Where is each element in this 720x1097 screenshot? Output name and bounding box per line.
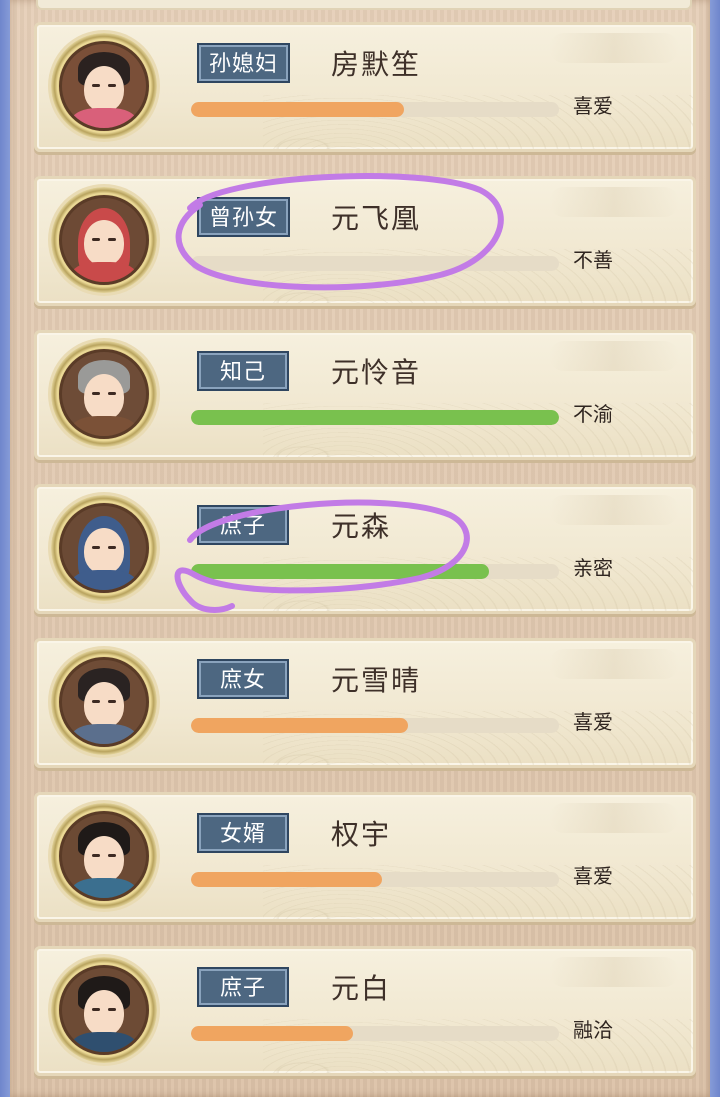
- avatar-frame[interactable]: [51, 495, 157, 601]
- affection-status: 亲密: [573, 556, 613, 580]
- relation-tag: 孙媳妇: [196, 43, 291, 83]
- affection-bar: [191, 410, 559, 425]
- affection-bar: [191, 718, 559, 733]
- member-name: 元森: [331, 510, 392, 543]
- affection-bar-fill: [191, 872, 383, 887]
- member-name: 元飞凰: [331, 202, 422, 235]
- affection-status: 喜爱: [573, 864, 613, 888]
- cloud-decoration: [549, 957, 679, 987]
- member-card[interactable]: 知己 元怜音 不渝: [34, 330, 696, 460]
- avatar-frame[interactable]: [51, 957, 157, 1063]
- affection-bar: [191, 256, 559, 271]
- relation-tag: 曾孙女: [196, 197, 291, 237]
- cloud-decoration: [549, 187, 679, 217]
- affection-status: 不善: [573, 248, 613, 272]
- member-name: 元怜音: [331, 356, 422, 389]
- avatar-frame[interactable]: [51, 33, 157, 139]
- affection-bar-fill: [191, 1026, 353, 1041]
- relation-tag: 庶子: [197, 505, 289, 545]
- affection-bar-fill: [191, 410, 559, 425]
- baby-boy-portrait-icon: [59, 503, 149, 593]
- member-name: 权宇: [331, 818, 392, 851]
- avatar-frame[interactable]: [51, 803, 157, 909]
- avatar-frame[interactable]: [51, 649, 157, 755]
- member-card[interactable]: 庶子 元森 亲密: [34, 484, 696, 614]
- cloud-decoration: [549, 33, 679, 63]
- baby-girl-portrait-icon: [59, 195, 149, 285]
- relation-tag: 庶女: [197, 659, 289, 699]
- affection-bar: [191, 564, 559, 579]
- affection-bar-fill: [191, 718, 409, 733]
- avatar-frame[interactable]: [51, 187, 157, 293]
- elderly-woman-portrait-icon: [59, 349, 149, 439]
- affection-bar: [191, 1026, 559, 1041]
- cloud-decoration: [549, 649, 679, 679]
- affection-status: 融洽: [573, 1018, 613, 1042]
- cloud-decoration: [549, 495, 679, 525]
- affection-status: 喜爱: [573, 710, 613, 734]
- member-name: 房默笙: [331, 48, 422, 81]
- affection-bar: [191, 102, 559, 117]
- cloud-decoration: [549, 341, 679, 371]
- relation-tag: 庶子: [197, 967, 289, 1007]
- member-card[interactable]: 庶子 元白 融洽: [34, 946, 696, 1076]
- member-name: 元白: [331, 972, 392, 1005]
- member-card[interactable]: 孙媳妇 房默笙 喜爱: [34, 22, 696, 152]
- noble-woman-portrait-icon: [59, 41, 149, 131]
- affection-bar-fill: [191, 564, 490, 579]
- affection-bar: [191, 872, 559, 887]
- affection-bar-fill: [191, 102, 405, 117]
- relation-tag: 女婿: [197, 813, 289, 853]
- young-man-portrait-icon: [59, 811, 149, 901]
- cloud-decoration: [549, 803, 679, 833]
- affection-status: 喜爱: [573, 94, 613, 118]
- member-card[interactable]: 女婿 权宇 喜爱: [34, 792, 696, 922]
- relation-tag: 知己: [197, 351, 289, 391]
- member-name: 元雪晴: [331, 664, 422, 697]
- man-portrait-icon: [59, 965, 149, 1055]
- avatar-frame[interactable]: [51, 341, 157, 447]
- member-card[interactable]: 曾孙女 元飞凰 不善: [34, 176, 696, 306]
- affection-status: 不渝: [573, 402, 613, 426]
- previous-card-edge: [36, 0, 692, 10]
- young-woman-portrait-icon: [59, 657, 149, 747]
- member-card[interactable]: 庶女 元雪晴 喜爱: [34, 638, 696, 768]
